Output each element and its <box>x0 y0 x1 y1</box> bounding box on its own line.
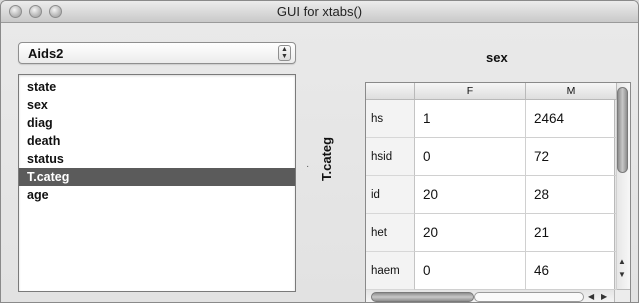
dataset-dropdown[interactable]: Aids2 ▲ ▼ <box>18 42 296 64</box>
scroll-left-arrow-icon[interactable]: ◀ <box>588 292 594 301</box>
scroll-up-arrow-icon[interactable]: ▲ <box>618 257 626 266</box>
table-corner-header <box>366 83 415 100</box>
variable-list-item[interactable]: age <box>19 186 295 204</box>
horizontal-scrollbar[interactable]: ◀ ▶ <box>366 289 616 302</box>
horizontal-scroll-track <box>474 292 584 302</box>
dataset-dropdown-value: Aids2 <box>28 46 64 61</box>
column-header: F <box>415 83 526 100</box>
drop-marker: · <box>306 161 310 172</box>
row-header: het <box>366 214 415 252</box>
variable-list-item[interactable]: state <box>19 78 295 96</box>
row-header: hs <box>366 100 415 138</box>
row-header: hsid <box>366 138 415 176</box>
table-cell[interactable]: 2464 <box>526 100 617 138</box>
variable-list-item[interactable]: death <box>19 132 295 150</box>
table-cell[interactable]: 0 <box>415 138 526 176</box>
table-cell[interactable]: 21 <box>526 214 617 252</box>
row-header: id <box>366 176 415 214</box>
row-variable-label[interactable]: T.categ <box>319 137 334 181</box>
horizontal-scroll-thumb[interactable] <box>371 292 474 302</box>
variable-list-item[interactable]: sex <box>19 96 295 114</box>
main-window: GUI for xtabs() Aids2 ▲ ▼ state sex diag dea… <box>0 0 639 303</box>
table-cell[interactable]: 72 <box>526 138 617 176</box>
title-bar: GUI for xtabs() <box>1 1 638 23</box>
scrollbar-corner <box>614 289 630 302</box>
scroll-right-arrow-icon[interactable]: ▶ <box>601 292 607 301</box>
variable-list-item[interactable]: T.categ <box>19 168 295 186</box>
variable-list[interactable]: state sex diag death status T.categ age <box>18 74 296 292</box>
window-content: Aids2 ▲ ▼ state sex diag death status T.categ a… <box>1 23 638 302</box>
column-header: M <box>526 83 617 100</box>
row-header: haem <box>366 252 415 290</box>
table-cell[interactable]: 28 <box>526 176 617 214</box>
dropdown-stepper-icon: ▲ ▼ <box>278 45 291 61</box>
table-cell[interactable]: 1 <box>415 100 526 138</box>
table-cell[interactable]: 0 <box>415 252 526 290</box>
window-title: GUI for xtabs() <box>276 4 363 19</box>
table-cell[interactable]: 20 <box>415 214 526 252</box>
variable-list-item[interactable]: status <box>19 150 295 168</box>
table-cell[interactable]: 20 <box>415 176 526 214</box>
vertical-scroll-thumb[interactable] <box>617 87 628 173</box>
scroll-down-arrow-icon[interactable]: ▼ <box>618 270 626 279</box>
variable-list-item[interactable]: diag <box>19 114 295 132</box>
column-variable-label[interactable]: sex <box>486 50 508 65</box>
crosstab-table: ▲ ▼ ◀ ▶ F Mhs 1 2464 hsid 0 72 id 20 28 het 20 21 hae… <box>365 82 631 302</box>
table-cell[interactable]: 46 <box>526 252 617 290</box>
